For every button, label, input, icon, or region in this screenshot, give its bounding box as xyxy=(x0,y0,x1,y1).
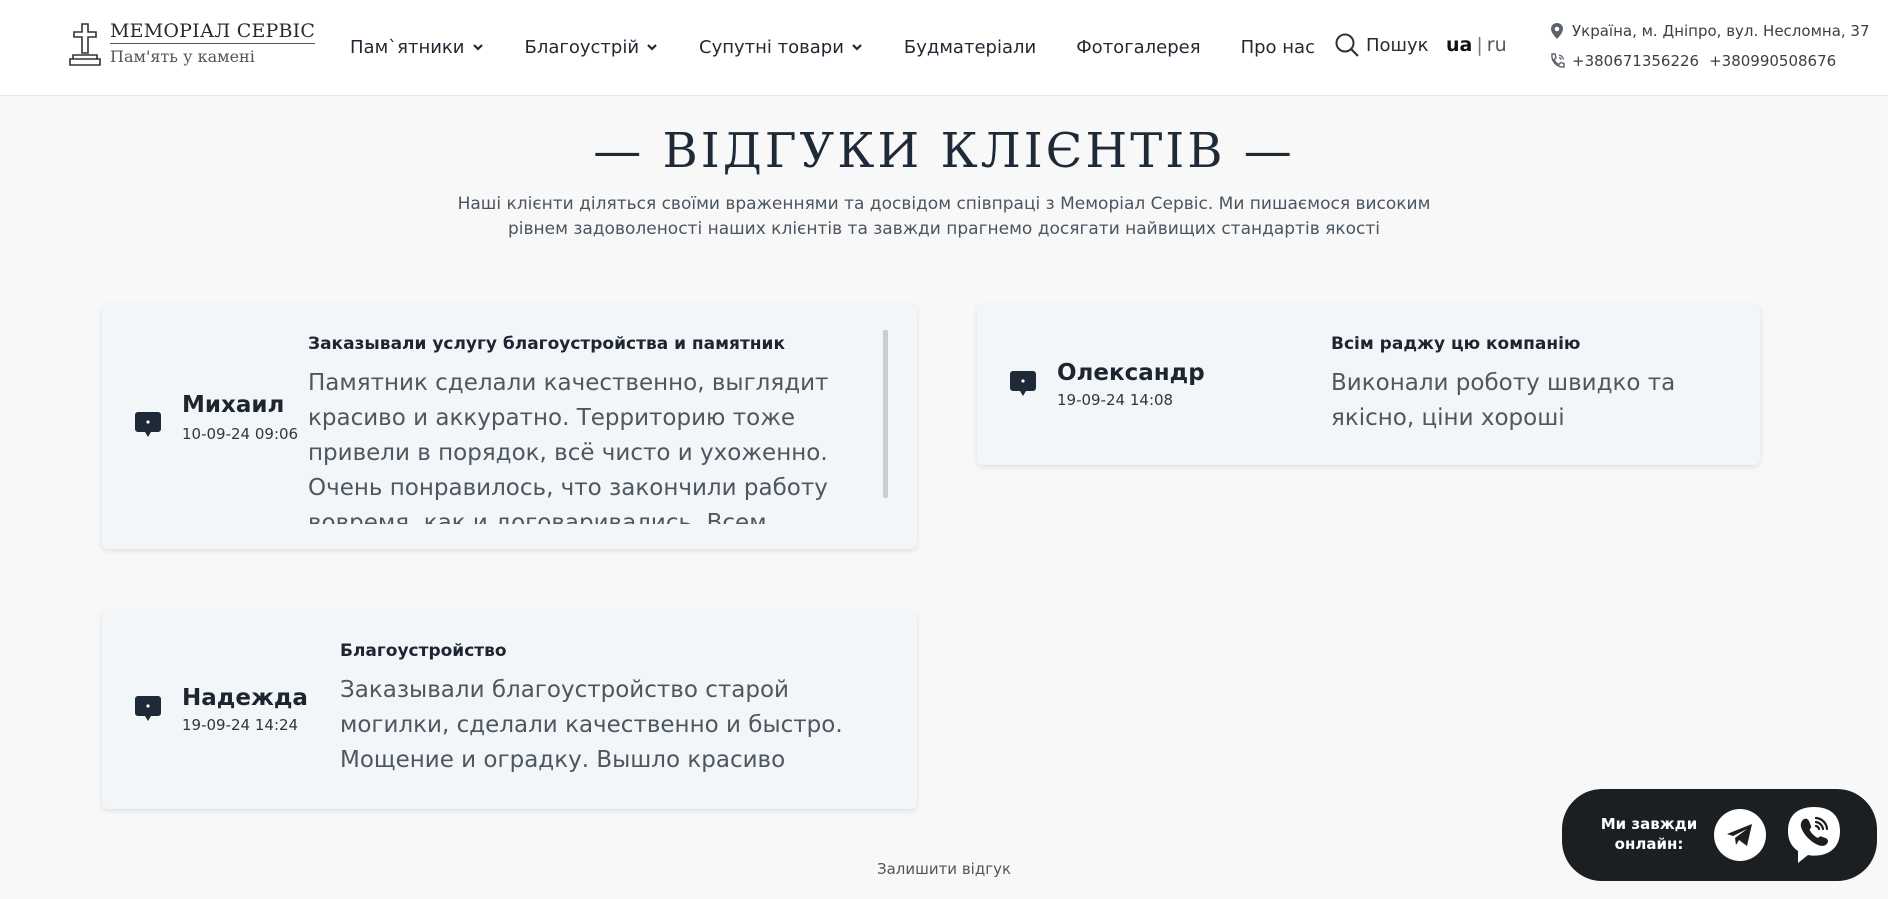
lang-ru[interactable]: ru xyxy=(1487,34,1507,56)
review-author: Михаил 10-09-24 09:06 xyxy=(182,392,302,444)
logo-title: МЕМОРІАЛ СЕРВІС xyxy=(110,20,316,44)
nav-item-label: Благоустрій xyxy=(524,36,640,58)
nav-item-label: Супутні товари xyxy=(699,36,844,58)
nav-item-related-goods[interactable]: Супутні товари xyxy=(699,37,864,58)
author-name: Михаил xyxy=(182,392,285,418)
widget-text: Ми завжди онлайн: xyxy=(1600,815,1698,853)
phone-icon xyxy=(1551,53,1565,68)
search-icon xyxy=(1335,33,1359,57)
review-title: Всім раджу цю компанію xyxy=(1331,334,1581,354)
review-card: Олександр 19-09-24 14:08 Всім раджу цю к… xyxy=(977,304,1760,465)
chevron-down-icon xyxy=(647,44,657,51)
cross-logo-icon xyxy=(69,23,101,66)
section-title: — ВІДГУКИ КЛІЄНТІВ — xyxy=(593,123,1295,179)
author-name: Олександр xyxy=(1057,360,1205,386)
search-label: Пошук xyxy=(1366,34,1429,56)
address: Україна, м. Дніпро, вул. Несломна, 37 xyxy=(1572,22,1870,40)
contact-info: Україна, м. Дніпро, вул. Несломна, 37 +3… xyxy=(1548,20,1870,80)
viber-icon[interactable] xyxy=(1782,803,1846,867)
review-card: Надежда 19-09-24 14:24 Благоустройство З… xyxy=(102,611,917,809)
review-author: Олександр 19-09-24 14:08 xyxy=(1057,360,1277,410)
logo-subtitle: Пам'ять у камені xyxy=(110,47,255,66)
lang-separator: | xyxy=(1476,34,1483,56)
review-title: Благоустройство xyxy=(340,641,507,661)
review-author: Надежда 19-09-24 14:24 xyxy=(182,685,342,735)
chevron-down-icon xyxy=(472,44,483,51)
review-date: 19-09-24 14:24 xyxy=(182,716,299,734)
phone-link-2[interactable]: +380990508676 xyxy=(1709,52,1836,70)
phone-link-1[interactable]: +380671356226 xyxy=(1572,52,1699,70)
telegram-icon xyxy=(1727,824,1752,846)
chat-bubble-icon xyxy=(135,696,161,721)
location-pin-icon xyxy=(1551,23,1563,39)
chat-bubble-icon xyxy=(135,412,161,437)
chat-bubble-icon xyxy=(1010,371,1036,396)
nav-item-label: Фотогалерея xyxy=(1076,36,1201,58)
telegram-button[interactable] xyxy=(1714,809,1766,861)
author-name: Надежда xyxy=(182,685,308,711)
address-row: Україна, м. Дніпро, вул. Несломна, 37 xyxy=(1548,20,1870,42)
nav-item-label: Будматеріали xyxy=(903,36,1037,58)
nav-item-label: Про нас xyxy=(1240,36,1315,58)
logo[interactable]: МЕМОРІАЛ СЕРВІС Пам'ять у камені xyxy=(68,20,316,70)
site-header: МЕМОРІАЛ СЕРВІС Пам'ять у камені Пам`ятн… xyxy=(0,0,1888,96)
chevron-down-icon xyxy=(852,44,862,51)
section-description: Наші клієнти діляться своїми враженнями … xyxy=(457,194,1431,239)
nav-item-monuments[interactable]: Пам`ятники xyxy=(350,37,485,58)
phones-row: +380671356226 +380990508676 xyxy=(1548,50,1870,72)
language-switcher: ua | ru xyxy=(1446,34,1507,56)
nav-item-building-materials[interactable]: Будматеріали xyxy=(904,37,1036,58)
main-nav: Пам`ятники Благоустрій Супутні товари Бу… xyxy=(350,34,1355,60)
review-scrollbar[interactable] xyxy=(883,330,888,498)
nav-item-landscaping[interactable]: Благоустрій xyxy=(525,37,660,58)
review-card: Михаил 10-09-24 09:06 Заказывали услугу … xyxy=(102,304,917,549)
search-button[interactable]: Пошук xyxy=(1334,32,1429,58)
nav-item-about[interactable]: Про нас xyxy=(1241,37,1315,58)
review-date: 19-09-24 14:08 xyxy=(1057,391,1174,409)
online-widget: Ми завжди онлайн: xyxy=(1562,789,1877,881)
review-title: Заказывали услугу благоустройства и памя… xyxy=(308,334,786,354)
nav-item-label: Пам`ятники xyxy=(350,36,465,58)
review-text: Памятник сделали качественно, выглядит к… xyxy=(308,370,829,524)
nav-item-gallery[interactable]: Фотогалерея xyxy=(1076,37,1200,58)
lang-ua[interactable]: ua xyxy=(1446,34,1472,56)
review-text: Заказывали благоустройство старой могилк… xyxy=(340,677,843,773)
review-date: 10-09-24 09:06 xyxy=(182,425,299,443)
review-text: Виконали роботу швидко та якісно, ціни х… xyxy=(1331,370,1676,431)
